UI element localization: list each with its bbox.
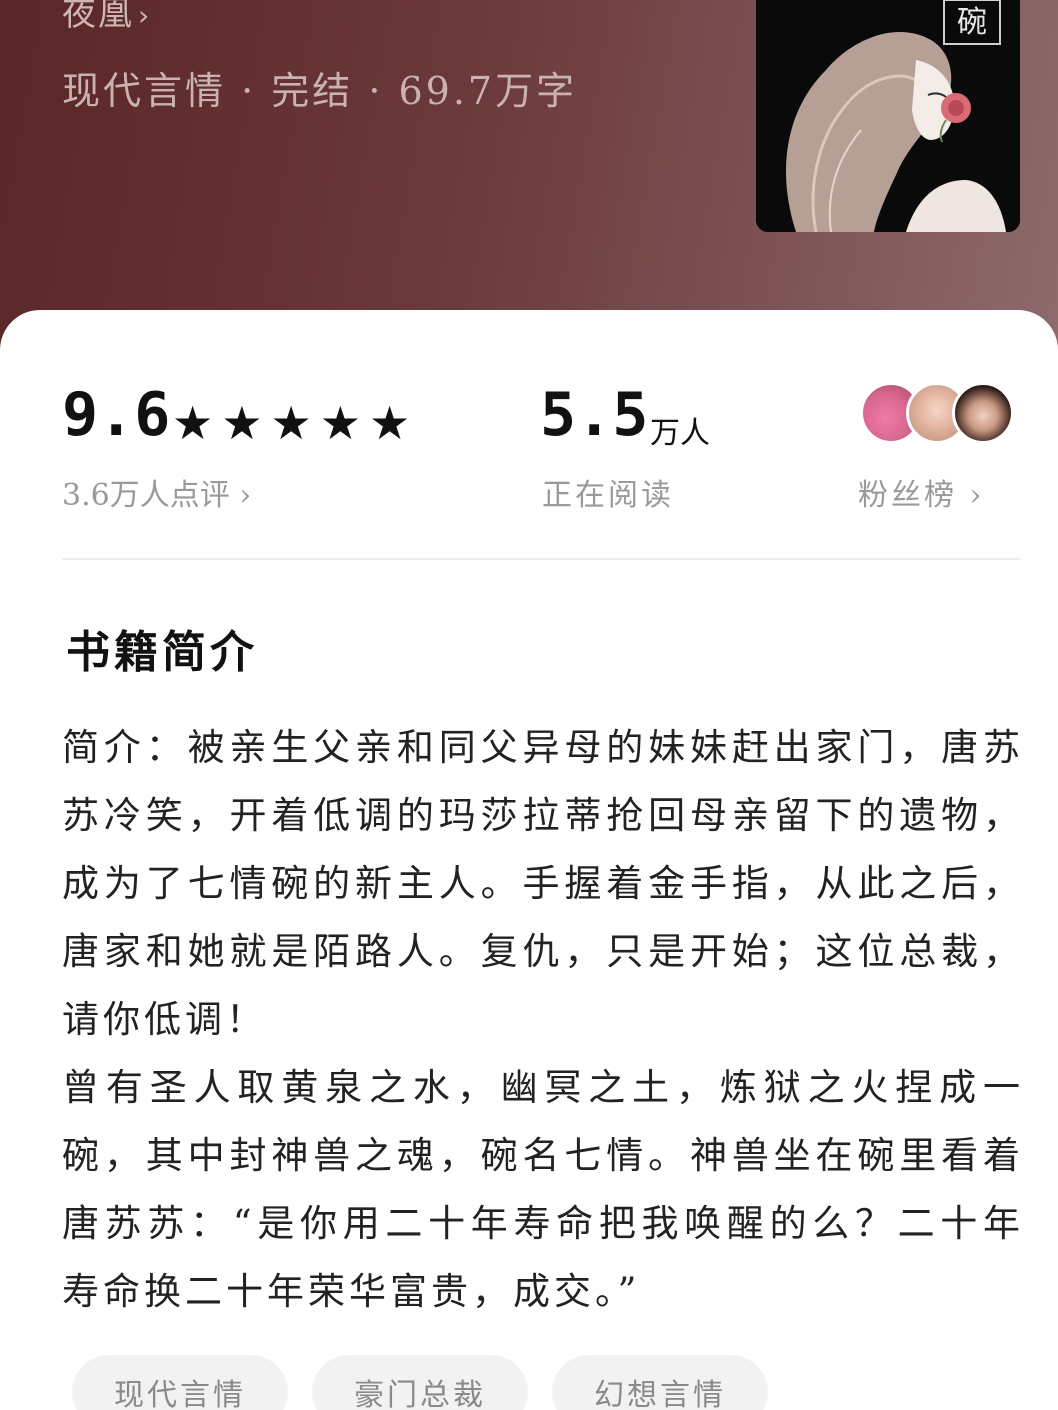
reviews-label: 3.6万人点评 xyxy=(62,478,230,513)
fan-avatars[interactable] xyxy=(860,382,1020,446)
cover-illustration: 碗 xyxy=(756,0,1020,232)
tag-list: 现代言情 豪门总裁 幻想言情 xyxy=(72,1355,768,1410)
star-icon: ★ xyxy=(172,396,214,450)
readers-unit: 万人 xyxy=(650,416,710,451)
tag-chip[interactable]: 幻想言情 xyxy=(552,1355,768,1410)
intro-title: 书籍简介 xyxy=(66,627,258,678)
tag-chip[interactable]: 现代言情 xyxy=(72,1355,288,1410)
author-name: 夜凰 xyxy=(62,0,134,34)
rating-stars: ★ ★ ★ ★ ★ xyxy=(172,400,410,446)
intro-text: 简介：被亲生父亲和同父异母的妹妹赶出家门，唐苏苏冷笑，开着低调的玛莎拉蒂抢回母亲… xyxy=(62,714,1024,1326)
star-icon: ★ xyxy=(369,396,411,450)
rating-score: 9.6 xyxy=(62,380,171,450)
readers-count: 5.5 xyxy=(540,380,649,450)
chevron-right-icon: › xyxy=(969,478,985,513)
book-cover[interactable]: 碗 xyxy=(756,0,1020,232)
star-icon: ★ xyxy=(319,396,361,450)
author-link[interactable]: 夜凰 › xyxy=(62,0,151,35)
book-detail-card: 9.6 ★ ★ ★ ★ ★ 3.6万人点评 › 5.5 万人 正在阅读 粉丝榜 … xyxy=(0,310,1058,1410)
book-header: 夜凰 › 现代言情 · 完结 · 69.7万字 碗 xyxy=(0,0,1058,360)
chevron-right-icon: › xyxy=(239,478,252,513)
tag-chip[interactable]: 豪门总裁 xyxy=(312,1355,528,1410)
star-icon: ★ xyxy=(270,396,312,450)
fans-ranking-link[interactable]: 粉丝榜 › xyxy=(858,470,985,514)
divider xyxy=(62,558,1020,560)
star-icon: ★ xyxy=(221,396,263,450)
reviews-link[interactable]: 3.6万人点评 › xyxy=(62,470,251,514)
fans-label: 粉丝榜 xyxy=(858,478,957,513)
intro-paragraph: 简介：被亲生父亲和同父异母的妹妹赶出家门，唐苏苏冷笑，开着低调的玛莎拉蒂抢回母亲… xyxy=(62,726,1024,1041)
readers-label: 正在阅读 xyxy=(542,478,674,513)
book-meta: 现代言情 · 完结 · 69.7万字 xyxy=(62,69,578,113)
avatar xyxy=(952,382,1014,444)
intro-paragraph: 曾有圣人取黄泉之水，幽冥之土，炼狱之火捏成一碗，其中封神兽之魂，碗名七情。神兽坐… xyxy=(62,1066,1024,1313)
chevron-right-icon: › xyxy=(138,0,152,32)
cover-title-char: 碗 xyxy=(957,5,987,40)
